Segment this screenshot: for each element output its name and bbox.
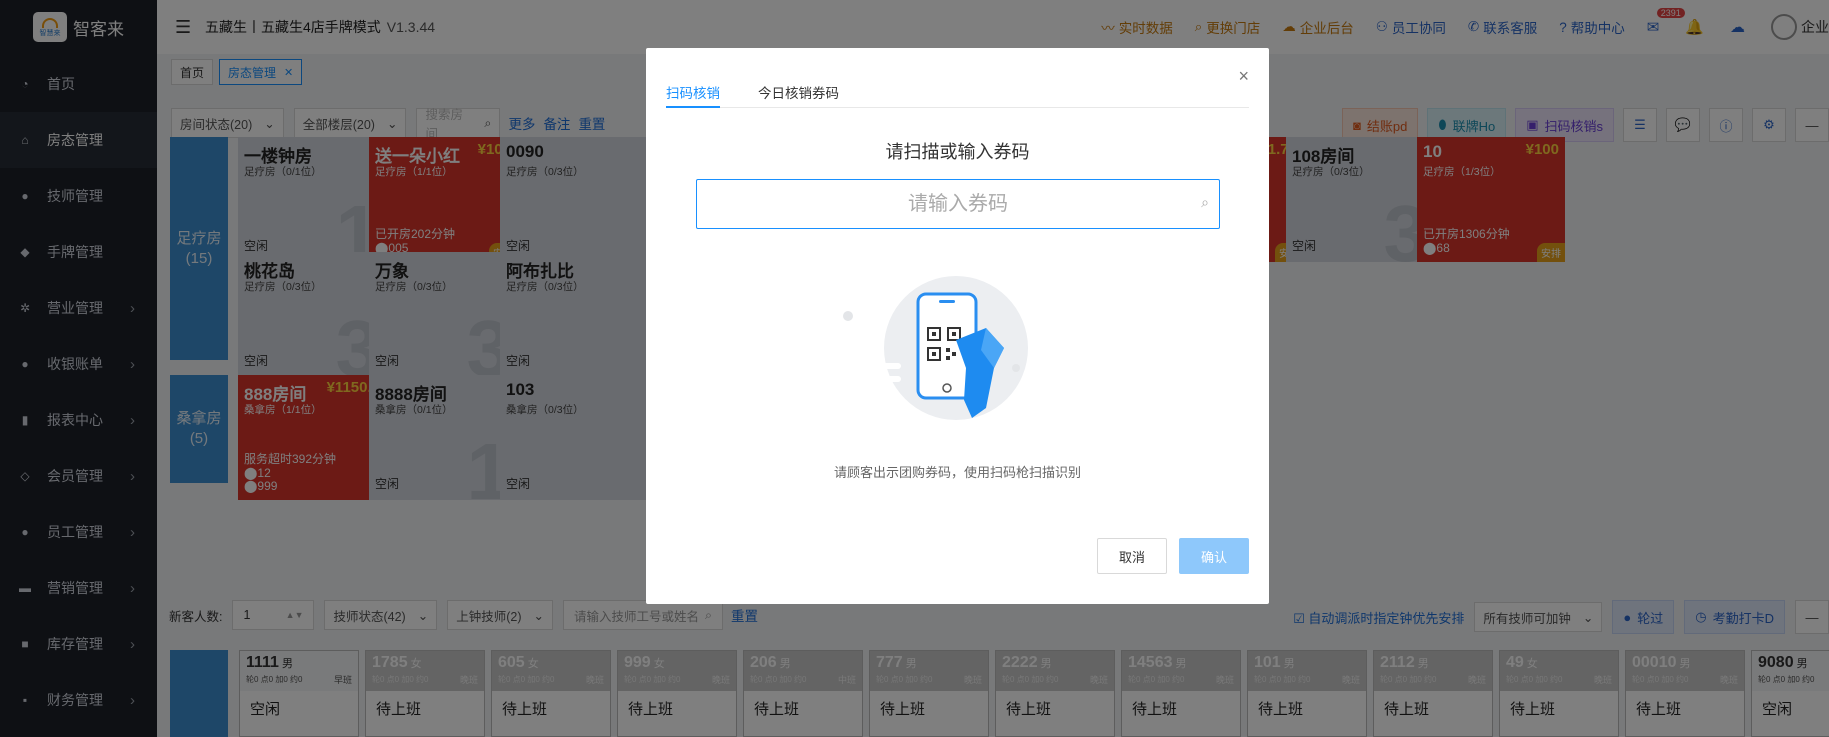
tab-today-verified[interactable]: 今日核销券码 [758, 78, 839, 108]
scanner-phone-illustration [843, 276, 1028, 420]
confirm-button[interactable]: 确认 [1179, 538, 1249, 574]
search-icon: ⌕ [1201, 194, 1209, 210]
tab-scan-verify[interactable]: 扫码核销 [666, 78, 720, 108]
coupon-code-field[interactable]: ⌕ [696, 179, 1220, 229]
cancel-button[interactable]: 取消 [1097, 538, 1167, 574]
coupon-code-input[interactable] [697, 192, 1219, 216]
modal-heading: 请扫描或输入券码 [885, 142, 1030, 162]
close-icon[interactable]: × [1238, 66, 1249, 87]
scan-hint-text: 请顾客出示团购券码，使用扫码枪扫描识别 [833, 465, 1081, 480]
scanner-illustration [836, 268, 1076, 441]
scan-verify-modal: 扫码核销 今日核销券码 × 请扫描或输入券码 ⌕ [646, 48, 1269, 604]
app-root: 智慧来 智客来 ◔首页⌂房态管理●技师管理◆手牌管理✲营业管理›●收银账单›▮报… [0, 0, 1829, 737]
modal-tabs: 扫码核销 今日核销券码 [666, 78, 1249, 108]
modal-footer: 取消 确认 [1097, 538, 1249, 574]
